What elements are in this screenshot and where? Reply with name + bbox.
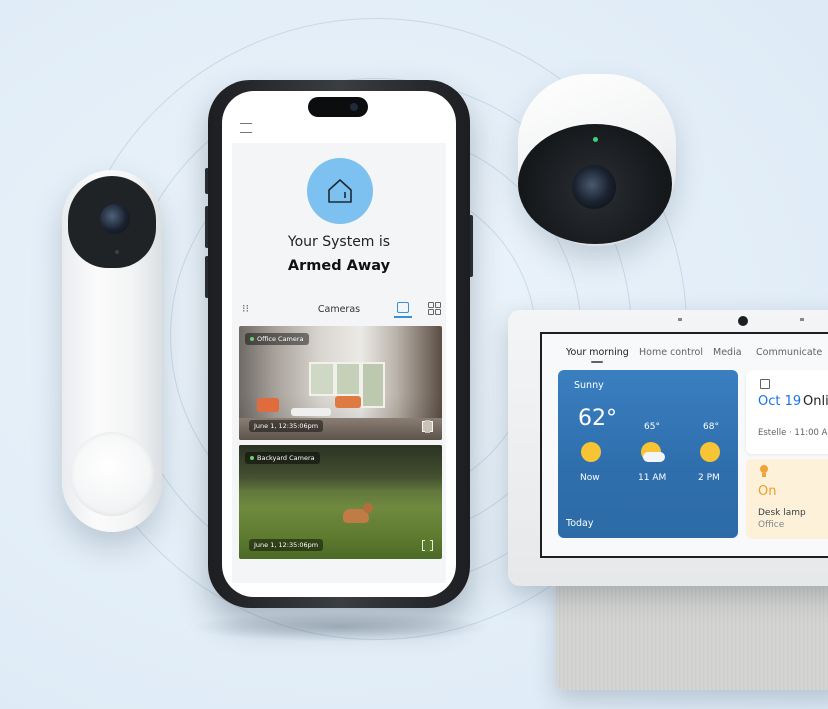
- camera-timestamp: June 1, 12:35:06pm: [249, 420, 324, 432]
- expand-icon[interactable]: [422, 539, 433, 552]
- phone-shadow: [190, 612, 490, 642]
- weather-condition: Sunny: [574, 380, 604, 391]
- system-status-label: Your System is: [287, 234, 391, 250]
- hub-screen: Your morning Home control Media Communic…: [540, 332, 828, 558]
- home-icon: [328, 179, 352, 203]
- tab-your-morning[interactable]: Your morning: [566, 347, 629, 358]
- event-details: Estelle · 11:00 AM: [758, 428, 828, 438]
- product-showcase: Your System is Armed Away ⁝⁝ Cameras Off…: [0, 0, 828, 709]
- lightbulb-base: [762, 473, 766, 477]
- camera-timestamp: June 1, 12:35:06pm: [249, 539, 324, 551]
- hour-label-11am: 11 AM: [638, 473, 667, 483]
- camera-lens-icon: [572, 165, 616, 209]
- camera-name: Backyard Camera: [257, 454, 315, 462]
- lightbulb-icon: [760, 465, 768, 473]
- event-title: Onlin: [803, 394, 828, 409]
- lamp-state: On: [758, 484, 777, 499]
- live-dot-icon: [250, 456, 254, 460]
- camera-name: Office Camera: [257, 335, 304, 343]
- phone-screen: Your System is Armed Away ⁝⁝ Cameras Off…: [222, 91, 456, 597]
- front-camera-dot: [350, 103, 358, 111]
- camera-name-chip: Office Camera: [245, 333, 309, 345]
- table: [291, 408, 331, 416]
- window: [361, 362, 385, 408]
- lamp-room: Office: [758, 520, 785, 530]
- expand-icon[interactable]: [422, 420, 433, 433]
- video-doorbell: [62, 170, 162, 532]
- hour-temp-2pm: 68°: [703, 422, 719, 432]
- hour-label-now: Now: [580, 473, 600, 483]
- dog-head: [363, 503, 373, 513]
- active-tab-indicator: [591, 361, 603, 363]
- hub-mic-mark: [678, 318, 682, 321]
- tab-home-control[interactable]: Home control: [639, 347, 703, 358]
- camera-feed-office[interactable]: Office Camera June 1, 12:35:06pm: [239, 326, 442, 440]
- status-led: [593, 137, 598, 142]
- hub-camera-icon: [738, 316, 748, 326]
- lamp-name: Desk lamp: [758, 508, 806, 518]
- sensor-dot: [115, 250, 119, 254]
- camera-feed-backyard[interactable]: Backyard Camera June 1, 12:35:06pm: [239, 445, 442, 559]
- cloud-icon: [643, 452, 665, 462]
- camera-lens-icon: [100, 204, 130, 234]
- hub-speaker-base: [556, 570, 828, 690]
- calendar-icon: [760, 379, 770, 389]
- weather-day-label: Today: [566, 518, 594, 529]
- hour-label-2pm: 2 PM: [698, 473, 720, 483]
- active-view-indicator: [394, 316, 412, 318]
- hour-temp-11am: 65°: [644, 422, 660, 432]
- single-view-icon[interactable]: [397, 302, 409, 313]
- doorbell-camera-head: [68, 176, 156, 268]
- window: [335, 362, 361, 396]
- grid-view-icon[interactable]: [428, 302, 441, 315]
- live-dot-icon: [250, 337, 254, 341]
- system-status-value: Armed Away: [287, 258, 391, 274]
- doorbell-button: [70, 432, 154, 516]
- tab-media[interactable]: Media: [713, 347, 742, 358]
- current-temperature: 62°: [578, 406, 617, 431]
- event-date: Oct 19: [758, 394, 802, 409]
- dynamic-island: [308, 97, 368, 117]
- sun-icon: [581, 442, 601, 462]
- calendar-card[interactable]: [746, 370, 828, 454]
- tab-communicate[interactable]: Communicate: [756, 347, 822, 358]
- chair: [257, 398, 279, 412]
- camera-name-chip: Backyard Camera: [245, 452, 320, 464]
- menu-icon[interactable]: [240, 123, 252, 133]
- cameras-section-title: Cameras: [317, 304, 361, 315]
- grid-dots-icon[interactable]: ⁝⁝: [242, 303, 249, 314]
- chair: [335, 396, 361, 408]
- home-status-badge[interactable]: [307, 158, 373, 224]
- sun-icon: [700, 442, 720, 462]
- window: [309, 362, 335, 396]
- hub-mic-mark: [800, 318, 804, 321]
